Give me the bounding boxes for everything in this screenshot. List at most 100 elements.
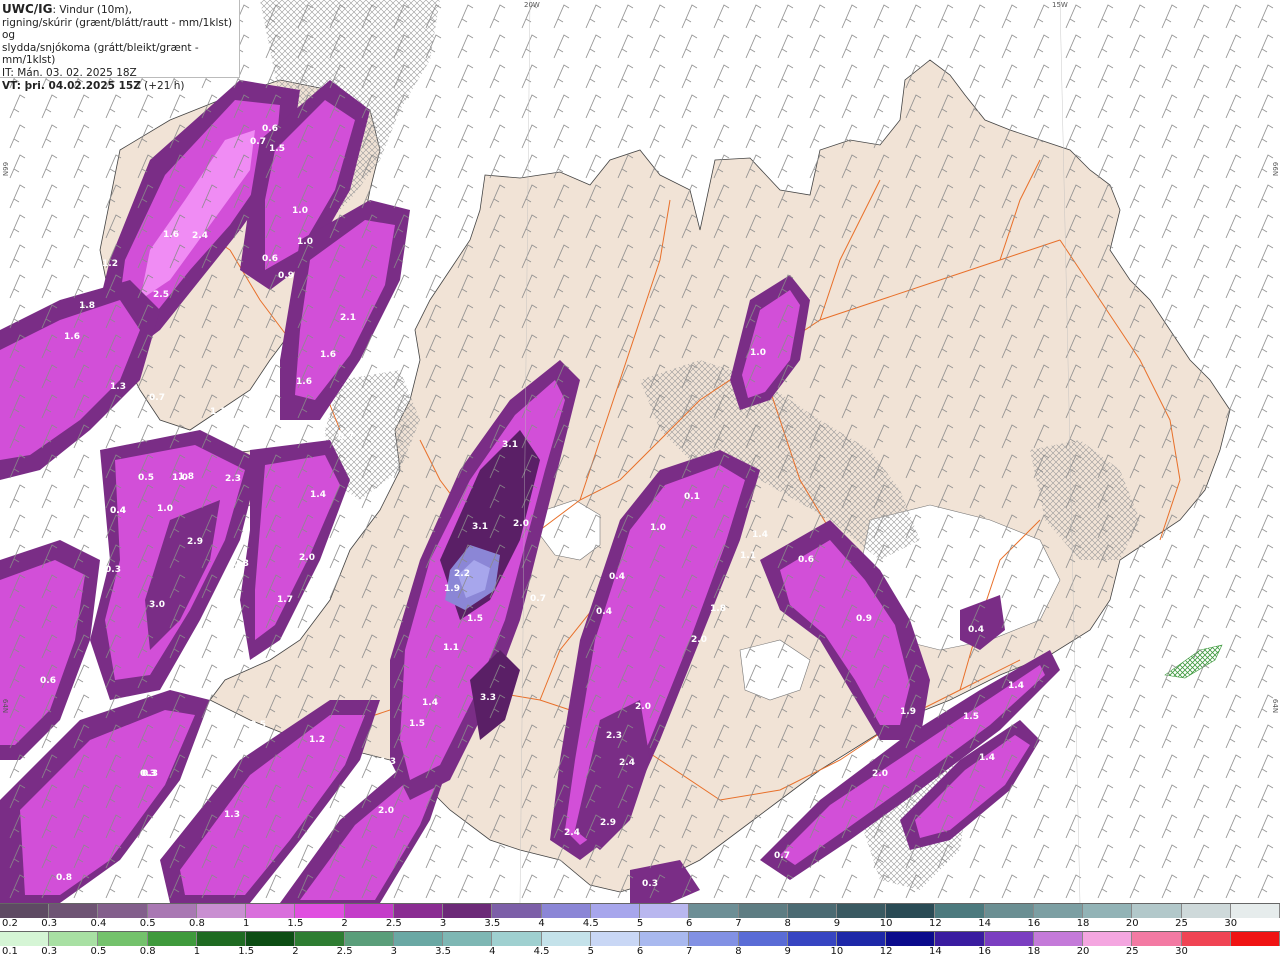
precip-value-label: 2.0: [872, 769, 888, 779]
legend-tick-label: 0.8: [188, 918, 205, 929]
map-viewer: 0.6 0.7 1.5 1.0 1.6 2.4 1.0 0.6 0.9 1.2 2.5 1.8 1.6 2…: [0, 0, 1280, 960]
title-box: UWC/IG: Vindur (10m), rigning/skúrir (gr…: [0, 0, 240, 92]
legend-tick-label: 2: [292, 946, 299, 957]
legend-snow-labels: 0.2 0.3 0.4 0.5 0.8 1 1.5 2 2.5 3 3.5 4 4.5 5 6 7 8 9 10 12…: [0, 918, 1280, 932]
legend-tick-label: 0.5: [90, 946, 107, 957]
precip-value-label: 1.2: [309, 735, 325, 745]
legend-swatch: [590, 932, 641, 946]
lat-label-64n-right: 64N: [1271, 698, 1280, 714]
legend-swatch: [836, 904, 887, 918]
legend-swatch: [49, 904, 99, 918]
precip-value-label: 1.0: [157, 504, 173, 514]
legend-tick-label: 0.3: [41, 918, 58, 929]
legend-swatch: [443, 904, 493, 918]
lon-label-20w: 20W: [524, 1, 540, 9]
rain-desc: rigning/skúrir (grænt/blátt/rautt - mm/1…: [2, 16, 233, 42]
legend-tick-label: 5: [636, 918, 644, 929]
precip-value-label: 1.3: [110, 382, 126, 392]
legend-tick-label: 25: [1175, 918, 1188, 929]
legend-swatch: [1132, 904, 1182, 918]
legend-swatch: [836, 932, 887, 946]
legend-tick-label: 3.5: [435, 946, 452, 957]
precip-value-label: 2.4: [192, 231, 208, 241]
legend-tick-label: 14: [978, 918, 991, 929]
legend-swatch: [492, 932, 542, 946]
legend-swatch: [541, 904, 591, 918]
precip-value-label: 0.9: [278, 271, 294, 281]
legend-swatch: [98, 932, 148, 946]
legend-swatch: [246, 904, 296, 918]
legend-tick-label: 12: [879, 946, 893, 957]
precip-value-label: 2.5: [153, 290, 169, 300]
legend-tick-label: 1.5: [238, 946, 255, 957]
legend-tick-label: 20: [1125, 918, 1139, 929]
legend-swatch: [1033, 932, 1084, 946]
legend-tick-label: 10: [830, 946, 844, 957]
precip-value-label: 1.6: [64, 332, 80, 342]
precip-value-label: 2.0: [378, 806, 394, 816]
legend-swatch: [640, 904, 690, 918]
forecast-map: 0.6 0.7 1.5 1.0 1.6 2.4 1.0 0.6 0.9 1.2 2.5 1.8 1.6 2…: [0, 0, 1280, 903]
precip-value-label: 1.4: [310, 490, 326, 500]
precip-value-label: 0.6: [262, 124, 278, 134]
precip-value-label: 2.0: [299, 553, 315, 563]
legend-swatch: [886, 932, 936, 946]
legend-tick-label: 7: [686, 946, 693, 957]
legend-tick-label: 4.5: [533, 946, 550, 957]
precip-value-label: 1.6: [320, 350, 336, 360]
precip-value-label: 1.3: [224, 810, 240, 820]
legend-swatch: [1033, 904, 1084, 918]
legend-swatch: [344, 904, 394, 918]
legend-tick-label: 1: [193, 946, 201, 957]
precip-value-label: 2.4: [619, 758, 635, 768]
precip-value-label: 1.0: [650, 523, 666, 533]
legend-tick-label: 4: [489, 946, 496, 957]
precip-value-label: 1.5: [963, 712, 979, 722]
legend-tick-label: 1.5: [287, 918, 304, 929]
legend-swatch: [1181, 932, 1231, 946]
precip-value-label: 1.8: [79, 301, 95, 311]
precip-value-label: 0.8: [56, 873, 72, 883]
legend-swatch: [393, 904, 444, 918]
legend-rain-labels: 0.1 0.3 0.5 0.8 1 1.5 2 2.5 3 3.5 4 4.5 5 6 7 8 9 10 12 14 1…: [0, 946, 1280, 960]
legend-tick-label: 0.1: [2, 946, 18, 957]
precip-value-label: 3.3: [480, 693, 496, 703]
precip-value-label: 0.7: [530, 594, 546, 604]
precip-value-label: 1.4: [979, 753, 995, 763]
precip-value-label: 0.6: [40, 676, 56, 686]
precip-value-label: 0.7: [774, 851, 790, 861]
snow-desc: slydda/snjókoma (grátt/bleikt/grænt - mm…: [2, 41, 199, 67]
legend-swatch: [787, 932, 837, 946]
legend-swatch: [196, 904, 247, 918]
precip-value-label: 0.7: [338, 432, 354, 442]
legend-swatch: [541, 932, 591, 946]
legend-tick-label: 3: [439, 918, 447, 929]
legend-tick-label: 30: [1224, 918, 1238, 929]
precip-value-label: 1.1: [443, 643, 459, 653]
precip-value-label: 1.8: [710, 604, 726, 614]
variable-desc: : Vindur (10m),: [52, 4, 132, 16]
legend-swatch: [787, 904, 837, 918]
precip-value-label: 2.0: [635, 702, 651, 712]
legend-swatch: [147, 904, 197, 918]
precip-value-label: 0.6: [798, 555, 814, 565]
legend-tick-label: 16: [978, 946, 991, 957]
legend-tick-label: 7: [735, 918, 742, 929]
legend-tick-label: 5: [587, 946, 594, 957]
model-name: UWC/IG: [2, 2, 53, 16]
precip-value-label: 1.4: [422, 698, 438, 708]
legend-swatch: [738, 904, 788, 918]
precip-value-label: 1.3: [570, 511, 586, 521]
precip-value-label: 1.5: [467, 614, 483, 624]
precip-value-label: 1.2: [102, 259, 118, 269]
lat-label-66n-right: 66N: [1271, 161, 1280, 177]
legend-swatch: [935, 904, 985, 918]
precip-value-label: 1.5: [812, 788, 828, 798]
legend-tick-label: 0.8: [139, 946, 156, 957]
precip-value-label: 1.9: [444, 584, 460, 594]
precip-value-label: 2.9: [600, 818, 616, 828]
precip-value-label: 0.5: [138, 473, 154, 483]
legend-swatch: [1230, 932, 1280, 946]
legend-swatch: [590, 904, 641, 918]
precip-value-label: 1.6: [163, 230, 179, 240]
